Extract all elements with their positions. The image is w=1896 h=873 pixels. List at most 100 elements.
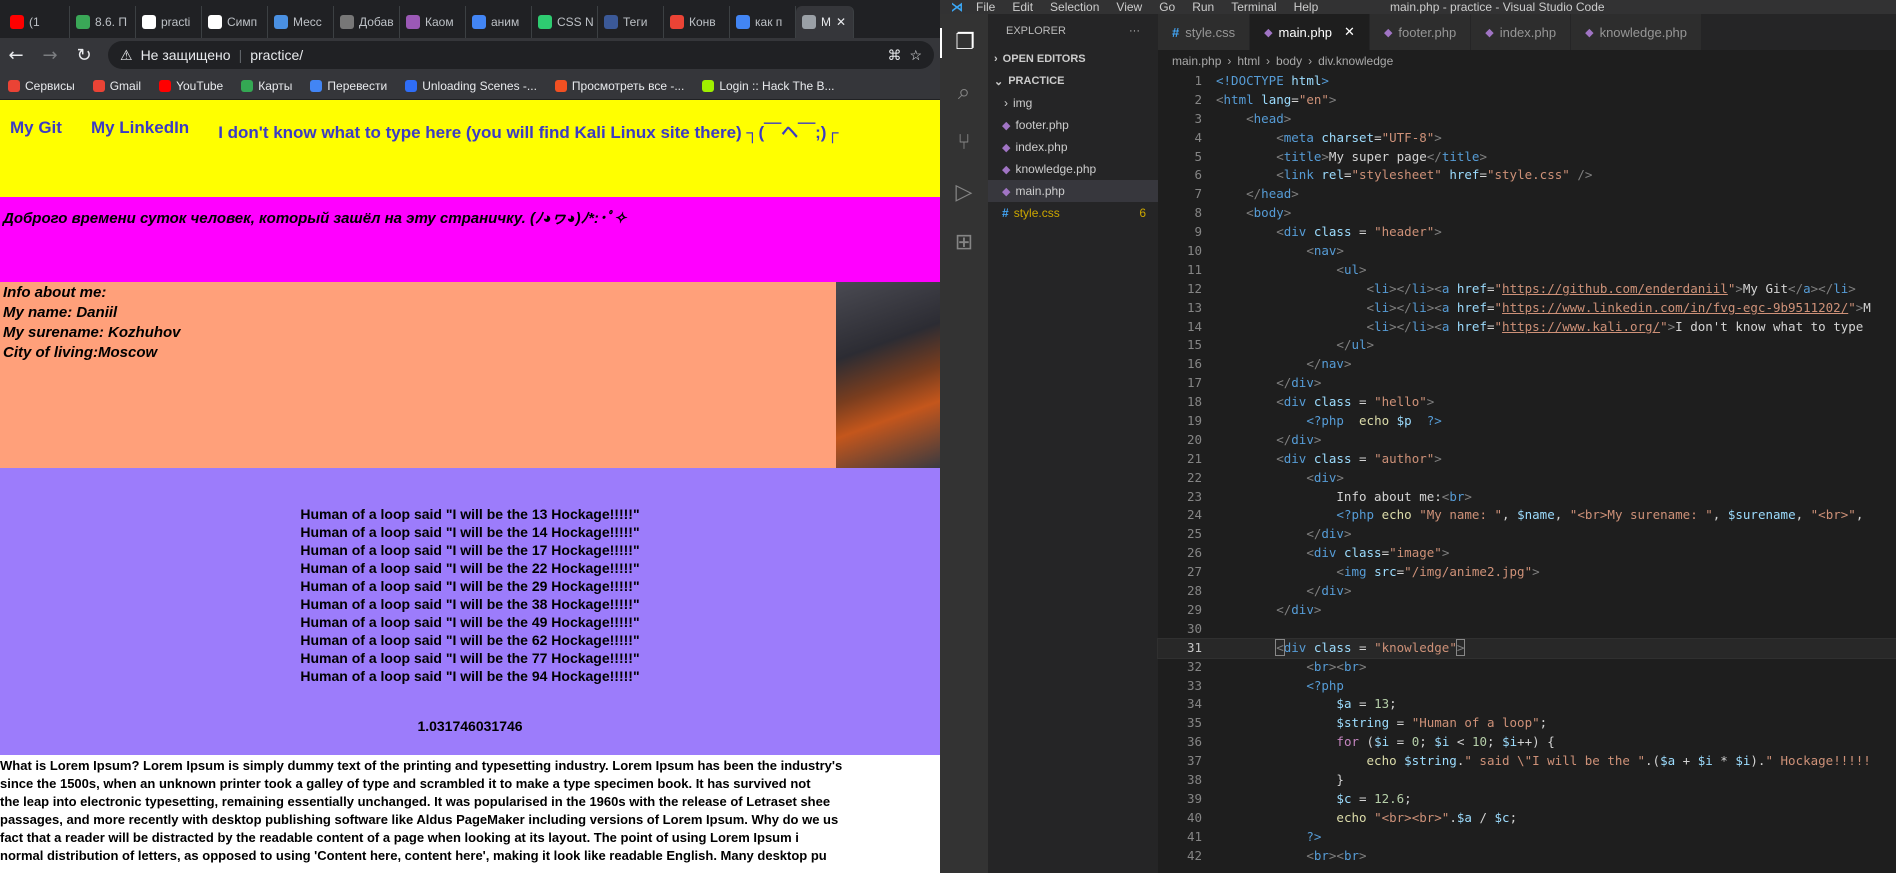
- editor-tab[interactable]: ◆ knowledge.php: [1571, 14, 1703, 50]
- code-line: 30: [1158, 620, 1896, 639]
- browser-tab[interactable]: (1: [4, 6, 70, 38]
- css-file-icon: #: [1172, 24, 1180, 40]
- line-number: 7: [1194, 186, 1202, 202]
- browser-tab[interactable]: practi: [136, 6, 202, 38]
- bookmark-item[interactable]: Unloading Scenes -...: [405, 79, 537, 93]
- menu-item[interactable]: Run: [1192, 0, 1214, 14]
- tab-close-icon[interactable]: ✕: [836, 15, 846, 29]
- division-result: 1.031746031746: [417, 718, 523, 734]
- browser-tab[interactable]: CSS N: [532, 6, 598, 38]
- breadcrumb-item[interactable]: div.knowledge: [1318, 54, 1393, 68]
- open-editors-section[interactable]: › OPEN EDITORS: [988, 48, 1158, 70]
- browser-tab[interactable]: Каом: [400, 6, 466, 38]
- translate-icon[interactable]: ⌘: [887, 47, 901, 64]
- bookmark-item[interactable]: Перевести: [310, 79, 387, 93]
- line-number: 36: [1186, 734, 1202, 750]
- file-item[interactable]: ◆ main.php: [988, 180, 1158, 202]
- nav-link-linkedin[interactable]: My LinkedIn: [91, 118, 189, 137]
- editor-tab[interactable]: ◆ main.php ✕: [1250, 14, 1370, 50]
- source-control-icon[interactable]: ⑂: [940, 128, 988, 158]
- extensions-icon[interactable]: ⊞: [940, 228, 988, 258]
- line-number: 42: [1186, 847, 1202, 863]
- lorem-line: normal distribution of letters, as oppos…: [0, 848, 827, 863]
- author-info-title: Info about me:: [3, 284, 107, 301]
- line-number: 17: [1186, 375, 1202, 391]
- code-view[interactable]: 1 <!DOCTYPE html> 2 <html lang="en"> 3 <head…: [1157, 72, 1896, 865]
- line-number: 26: [1186, 545, 1202, 561]
- code-text: <div class = "knowledge">: [1275, 638, 1466, 656]
- line-number: 16: [1186, 356, 1202, 372]
- forward-icon[interactable]: →: [40, 45, 60, 66]
- file-item[interactable]: ◆ footer.php: [988, 114, 1158, 136]
- browser-tab[interactable]: Добав: [334, 6, 400, 38]
- bookmark-icon: [310, 79, 323, 92]
- code-line: 16 </nav>: [1158, 355, 1896, 374]
- run-debug-icon[interactable]: ▷: [940, 178, 988, 208]
- menu-item[interactable]: View: [1116, 0, 1142, 14]
- back-icon[interactable]: ←: [6, 45, 26, 66]
- file-item[interactable]: ◆ index.php: [988, 136, 1158, 158]
- line-number: 13: [1186, 299, 1202, 315]
- explorer-icon[interactable]: ❐: [940, 28, 988, 58]
- file-item[interactable]: # style.css 6: [988, 202, 1158, 224]
- browser-tab[interactable]: Теги: [598, 6, 664, 38]
- bookmark-item[interactable]: Сервисы: [8, 79, 75, 93]
- knowledge-section: Human of a loop said "I will be the 13 H…: [0, 468, 940, 755]
- line-number: 10: [1186, 243, 1202, 259]
- code-text: <?php echo "My name: ", $name, "<br>My s…: [1336, 507, 1864, 523]
- bookmark-icon: [405, 79, 418, 92]
- bookmark-item[interactable]: Gmail: [92, 79, 141, 93]
- menu-item[interactable]: File: [976, 0, 995, 14]
- bookmark-item[interactable]: Просмотреть все -...: [554, 78, 685, 93]
- menu-item[interactable]: Edit: [1012, 0, 1033, 14]
- bookmark-item[interactable]: Login :: Hack The B...: [702, 79, 835, 93]
- line-number: 22: [1186, 469, 1202, 485]
- code-text: echo $string." said \"I will be the ".($…: [1366, 753, 1871, 769]
- tab-title: аним: [491, 15, 520, 29]
- php-file-icon: ◆: [1264, 26, 1273, 39]
- explorer-more-icon[interactable]: ···: [1129, 25, 1140, 37]
- nav-link-kali[interactable]: I don't know what to type here (you will…: [218, 123, 838, 142]
- loop-output: Human of a loop said "I will be the 13 H…: [0, 505, 940, 685]
- menu-item[interactable]: Terminal: [1231, 0, 1276, 14]
- author-name: My name: Daniil: [3, 304, 118, 321]
- project-section[interactable]: ⌄ PRACTICE: [988, 70, 1158, 92]
- address-bar[interactable]: ⚠ Не защищено | practice/ ⌘ ☆: [108, 41, 934, 69]
- browser-tab[interactable]: Симп: [202, 6, 268, 38]
- file-item[interactable]: › img: [988, 92, 1158, 114]
- search-icon[interactable]: ⌕: [940, 78, 988, 108]
- bookmark-item[interactable]: YouTube: [159, 79, 223, 93]
- breadcrumb-item[interactable]: body: [1276, 54, 1302, 68]
- line-number: 2: [1194, 91, 1202, 107]
- browser-tab[interactable]: аним: [466, 6, 532, 38]
- editor-tab[interactable]: ◆ index.php: [1471, 14, 1572, 50]
- browser-tab[interactable]: Конв: [664, 6, 730, 38]
- tab-favicon-icon: [670, 15, 684, 29]
- tab-close-icon[interactable]: ✕: [1344, 24, 1355, 40]
- reload-icon[interactable]: ↻: [74, 45, 94, 66]
- bookmark-label: Просмотреть все -...: [571, 78, 685, 93]
- editor-tab[interactable]: # style.css: [1158, 14, 1251, 50]
- nav-link-git[interactable]: My Git: [10, 118, 62, 137]
- file-item[interactable]: ◆ knowledge.php: [988, 158, 1158, 180]
- bookmark-item[interactable]: Карты: [241, 79, 292, 93]
- menu-item[interactable]: Help: [1294, 0, 1319, 14]
- browser-tab[interactable]: 8.6. П: [70, 6, 136, 38]
- browser-tab[interactable]: Месс: [268, 6, 334, 38]
- bookmark-star-icon[interactable]: ☆: [909, 47, 922, 64]
- menu-item[interactable]: Go: [1159, 0, 1175, 14]
- code-line: 6 <link rel="stylesheet" href="style.css…: [1158, 166, 1896, 185]
- code-text: for ($i = 0; $i < 10; $i++) {: [1336, 734, 1555, 750]
- breadcrumb-item[interactable]: html: [1237, 54, 1260, 68]
- breadcrumb-item[interactable]: main.php: [1172, 54, 1221, 68]
- menu-item[interactable]: Selection: [1050, 0, 1099, 14]
- line-number: 4: [1194, 129, 1202, 145]
- menu-bar: File Edit Selection View Go Run Terminal Help: [976, 0, 1318, 14]
- lorem-line: since the 1500s, when an unknown printer…: [0, 776, 811, 791]
- url-text: practice/: [250, 47, 304, 63]
- php-file-icon: ◆: [1002, 119, 1011, 132]
- bookmark-icon: [241, 79, 254, 92]
- browser-tab[interactable]: M ✕: [796, 6, 854, 38]
- editor-tab[interactable]: ◆ footer.php: [1369, 14, 1472, 50]
- browser-tab[interactable]: как п: [730, 6, 796, 38]
